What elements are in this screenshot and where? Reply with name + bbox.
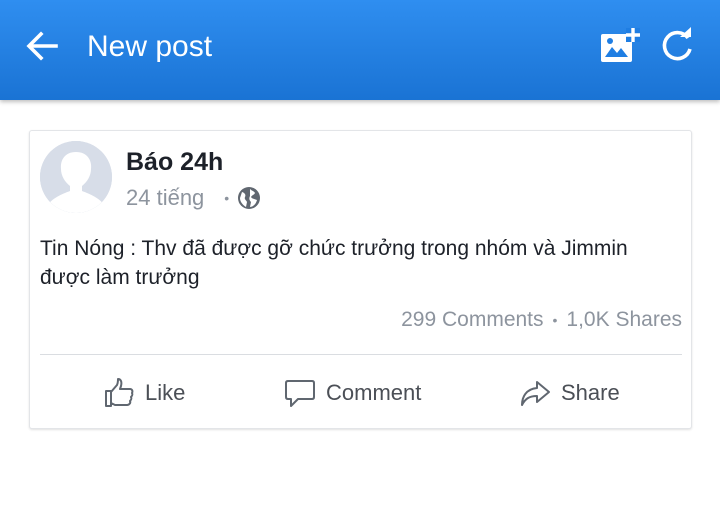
page-title: New post [87, 30, 213, 63]
like-button[interactable]: Like [103, 371, 185, 415]
comment-button[interactable]: Comment [284, 371, 421, 415]
arrow-left-icon [26, 31, 58, 61]
app-bar: New post [0, 0, 720, 100]
globe-icon [238, 187, 261, 209]
comments-count[interactable]: 299 Comments [401, 308, 543, 332]
post-text: Tin Nóng : Thv đã được gỡ chức trưởng tr… [40, 237, 628, 289]
post-meta: 24 tiếng • [126, 183, 261, 213]
stats-separator: • [552, 312, 558, 328]
like-label: Like [145, 380, 186, 405]
post-author[interactable]: Báo 24h [126, 147, 223, 177]
default-profile-icon [40, 141, 112, 213]
shares-count[interactable]: 1,0K Shares [566, 308, 682, 332]
back-button[interactable] [22, 26, 62, 66]
speech-bubble-icon [285, 380, 315, 407]
comment-label: Comment [326, 380, 422, 405]
share-arrow-icon [521, 381, 550, 406]
post-stats: 299 Comments • 1,0K Shares [401, 305, 682, 335]
refresh-button[interactable] [657, 26, 697, 66]
avatar[interactable] [40, 141, 112, 213]
thumbs-up-icon [105, 378, 134, 407]
divider [40, 354, 682, 355]
post-time[interactable]: 24 tiếng [126, 185, 204, 211]
share-label: Share [561, 380, 620, 405]
post-card: Báo 24h 24 tiếng • Tin Nóng : Thv đã đượ… [29, 130, 692, 429]
image-plus-icon [601, 28, 640, 62]
add-photo-button[interactable] [598, 24, 642, 68]
meta-separator: • [224, 190, 230, 206]
refresh-icon [662, 27, 692, 61]
share-button[interactable]: Share [519, 371, 620, 415]
